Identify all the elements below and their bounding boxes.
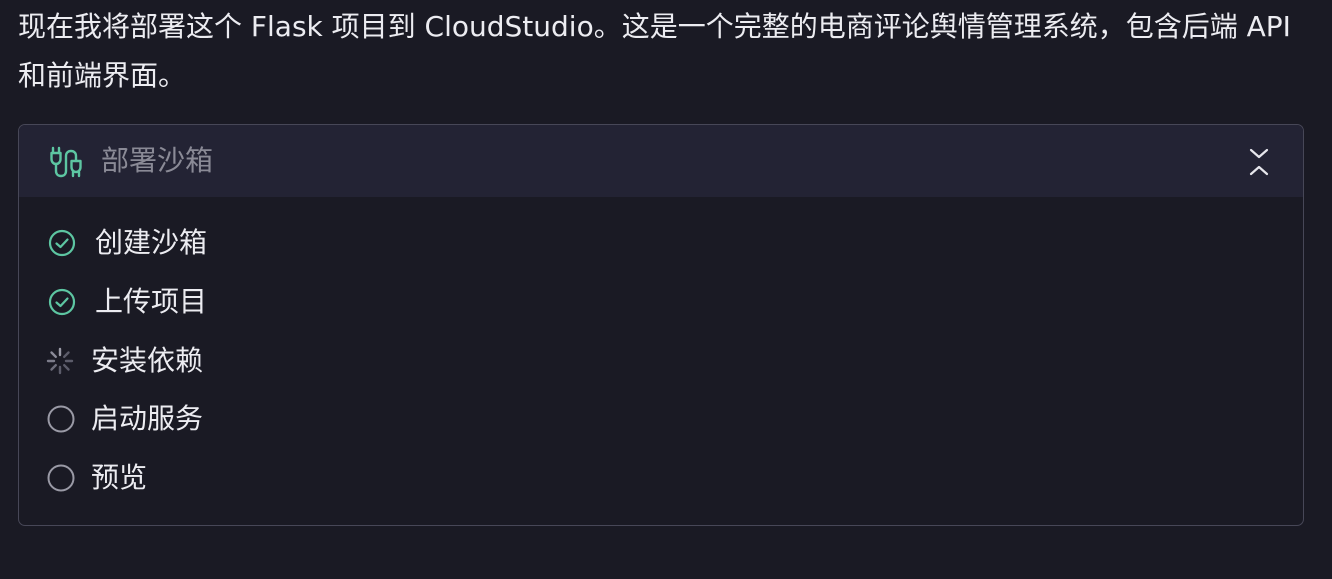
plug-icon: [50, 146, 82, 178]
deploy-sandbox-panel: 部署沙箱 创建沙箱 上传项目 安装依赖 启动服务 预览: [18, 124, 1304, 526]
step-label: 创建沙箱: [95, 226, 208, 259]
step-label: 预览: [91, 461, 148, 494]
check-circle-icon: [48, 288, 76, 316]
step-label: 安装依赖: [91, 344, 204, 377]
spinner-icon: [46, 347, 74, 375]
empty-circle-icon: [47, 464, 75, 492]
empty-circle-icon: [47, 405, 75, 433]
step-label: 启动服务: [91, 402, 204, 435]
check-circle-icon: [48, 229, 76, 257]
panel-header[interactable]: 部署沙箱: [19, 125, 1303, 197]
collapse-chevrons-icon[interactable]: [1247, 147, 1271, 177]
assistant-message: 现在我将部署这个 Flask 项目到 CloudStudio。这是一个完整的电商…: [18, 10, 1291, 92]
panel-title: 部署沙箱: [101, 144, 214, 177]
step-label: 上传项目: [95, 285, 208, 318]
